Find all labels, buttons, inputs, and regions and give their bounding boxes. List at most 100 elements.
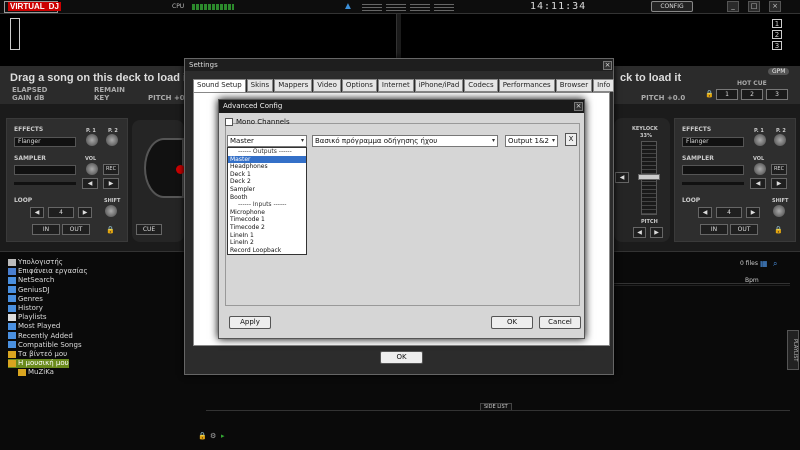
bpm-column-header[interactable]: Bpm xyxy=(745,277,759,284)
driver-select[interactable]: Βασικό πρόγραμμα οδήγησης ήχου ▾ xyxy=(312,135,498,147)
dropdown-option[interactable]: Headphones xyxy=(228,163,306,171)
tree-item[interactable]: Υπολογιστής xyxy=(8,258,63,267)
p1-knob-right[interactable] xyxy=(754,134,766,146)
dropdown-option[interactable]: Deck 2 xyxy=(228,178,306,186)
settings-close-button[interactable]: × xyxy=(603,61,612,70)
loop-length-right[interactable]: 4 xyxy=(716,207,742,218)
p2-knob-right[interactable] xyxy=(774,134,786,146)
sampler-slider-right[interactable] xyxy=(682,182,744,185)
pitch-down-button[interactable]: ◀ xyxy=(615,172,629,183)
pitch-minus-button[interactable]: ◀ xyxy=(633,227,646,238)
loop-prev-button-left[interactable]: ◀ xyxy=(30,207,44,218)
tab-iphone-ipad[interactable]: iPhone/iPad xyxy=(414,79,464,92)
dropdown-option[interactable]: Booth xyxy=(228,194,306,202)
deck-number-3[interactable]: 3 xyxy=(772,41,782,50)
rec-button-left[interactable]: REC xyxy=(103,164,119,175)
loop-in-button-left[interactable]: IN xyxy=(32,224,60,235)
loop-in-button-right[interactable]: IN xyxy=(700,224,728,235)
loop-length-left[interactable]: 4 xyxy=(48,207,74,218)
shift-knob-left[interactable] xyxy=(105,205,117,217)
apply-button[interactable]: Apply xyxy=(229,316,271,329)
tab-skins[interactable]: Skins xyxy=(246,79,274,92)
vol-knob-right[interactable] xyxy=(754,163,766,175)
p2-knob-left[interactable] xyxy=(106,134,118,146)
dropdown-option[interactable]: Sampler xyxy=(228,186,306,194)
tree-item[interactable]: Most Played xyxy=(8,322,60,331)
dropdown-option[interactable]: LineIn 2 xyxy=(228,239,306,247)
playlist-tab[interactable]: PLAYLIST xyxy=(787,330,799,370)
tab-internet[interactable]: Internet xyxy=(377,79,414,92)
gpm-badge[interactable]: GPM xyxy=(768,68,790,75)
tree-item[interactable]: Τα βίντεό μου xyxy=(8,350,67,359)
vol-knob-left[interactable] xyxy=(86,163,98,175)
tab-options[interactable]: Options xyxy=(341,79,377,92)
deck-number-2[interactable]: 2 xyxy=(772,30,782,39)
advanced-close-button[interactable]: × xyxy=(574,102,583,111)
dropdown-option[interactable]: Record Loopback xyxy=(228,247,306,255)
loop-out-button-left[interactable]: OUT xyxy=(62,224,90,235)
dropdown-option[interactable]: Timecode 1 xyxy=(228,216,306,224)
config-button[interactable]: CONFIG xyxy=(651,1,693,12)
cue-button-left[interactable]: CUE xyxy=(136,224,162,235)
sampler-play-button-left[interactable]: ▶ xyxy=(103,178,119,189)
tree-item[interactable]: Recently Added xyxy=(8,332,73,341)
close-window-button[interactable]: × xyxy=(769,1,781,12)
effect-select-left[interactable]: Flanger xyxy=(14,137,76,147)
settings-small-icon[interactable]: ⚙ xyxy=(210,432,216,440)
p1-knob-left[interactable] xyxy=(86,134,98,146)
tree-item[interactable]: GeniusDJ xyxy=(8,286,50,295)
tab-performances[interactable]: Performances xyxy=(498,79,555,92)
loop-out-button-right[interactable]: OUT xyxy=(730,224,758,235)
sampler-play-button-right[interactable]: ▶ xyxy=(771,178,787,189)
sampler-select-left[interactable] xyxy=(14,165,76,175)
netsearch-icon[interactable]: ⌕ xyxy=(773,259,777,269)
play-small-icon[interactable]: ▸ xyxy=(221,432,225,440)
tree-item[interactable]: Genres xyxy=(8,295,43,304)
tree-item[interactable]: History xyxy=(8,304,43,313)
shift-knob-right[interactable] xyxy=(773,205,785,217)
pitch-plus-button[interactable]: ▶ xyxy=(650,227,663,238)
channel-dropdown-list[interactable]: ------ Outputs ------ Master Headphones Dec… xyxy=(227,147,307,255)
advanced-cancel-button[interactable]: Cancel xyxy=(539,316,581,329)
tab-info[interactable]: Info xyxy=(593,79,615,92)
maximize-button[interactable]: □ xyxy=(748,1,760,12)
tree-item[interactable]: Playlists xyxy=(8,313,47,322)
tab-codecs[interactable]: Codecs xyxy=(464,79,498,92)
sampler-slider-left[interactable] xyxy=(14,182,76,185)
hot-cue-2-button[interactable]: 2 xyxy=(741,89,763,100)
tab-browser[interactable]: Browser xyxy=(555,79,593,92)
dropdown-option[interactable]: Microphone xyxy=(228,209,306,217)
mono-channels-checkbox[interactable] xyxy=(225,118,233,126)
channel-select[interactable]: Master ▾ xyxy=(227,135,307,147)
tree-item[interactable]: Compatible Songs xyxy=(8,341,82,350)
hot-cue-3-button[interactable]: 3 xyxy=(766,89,788,100)
hot-cue-1-button[interactable]: 1 xyxy=(716,89,738,100)
sampler-select-right[interactable] xyxy=(682,165,744,175)
minimize-button[interactable]: _ xyxy=(727,1,739,12)
tab-sound-setup[interactable]: Sound Setup xyxy=(193,79,246,93)
loop-next-button-left[interactable]: ▶ xyxy=(78,207,92,218)
rec-button-right[interactable]: REC xyxy=(771,164,787,175)
dropdown-option[interactable]: Timecode 2 xyxy=(228,224,306,232)
dropdown-option[interactable]: LineIn 1 xyxy=(228,232,306,240)
tab-video[interactable]: Video xyxy=(313,79,341,92)
loop-next-button-right[interactable]: ▶ xyxy=(746,207,760,218)
remove-config-button[interactable]: X xyxy=(565,133,577,146)
tree-item[interactable]: NetSearch xyxy=(8,276,54,285)
settings-ok-button[interactable]: OK xyxy=(380,351,423,364)
output-select[interactable]: Output 1&2 ▾ xyxy=(505,135,558,147)
dropdown-option[interactable]: Master xyxy=(228,155,306,164)
deck-number-1[interactable]: 1 xyxy=(772,19,782,28)
tree-item[interactable]: Η μουσική μου xyxy=(8,359,69,369)
sampler-prev-button-left[interactable]: ◀ xyxy=(82,178,98,189)
pitch-slider-handle[interactable] xyxy=(638,174,660,180)
dropdown-option[interactable]: Deck 1 xyxy=(228,171,306,179)
tab-mappers[interactable]: Mappers xyxy=(274,79,313,92)
loop-prev-button-right[interactable]: ◀ xyxy=(698,207,712,218)
advanced-ok-button[interactable]: OK xyxy=(491,316,533,329)
tree-item[interactable]: Επιφάνεια εργασίας xyxy=(8,267,88,276)
effect-select-right[interactable]: Flanger xyxy=(682,137,744,147)
tree-item[interactable]: MuZiKa xyxy=(18,368,54,377)
view-icon[interactable]: ▦ xyxy=(760,259,768,268)
sampler-prev-button-right[interactable]: ◀ xyxy=(750,178,766,189)
